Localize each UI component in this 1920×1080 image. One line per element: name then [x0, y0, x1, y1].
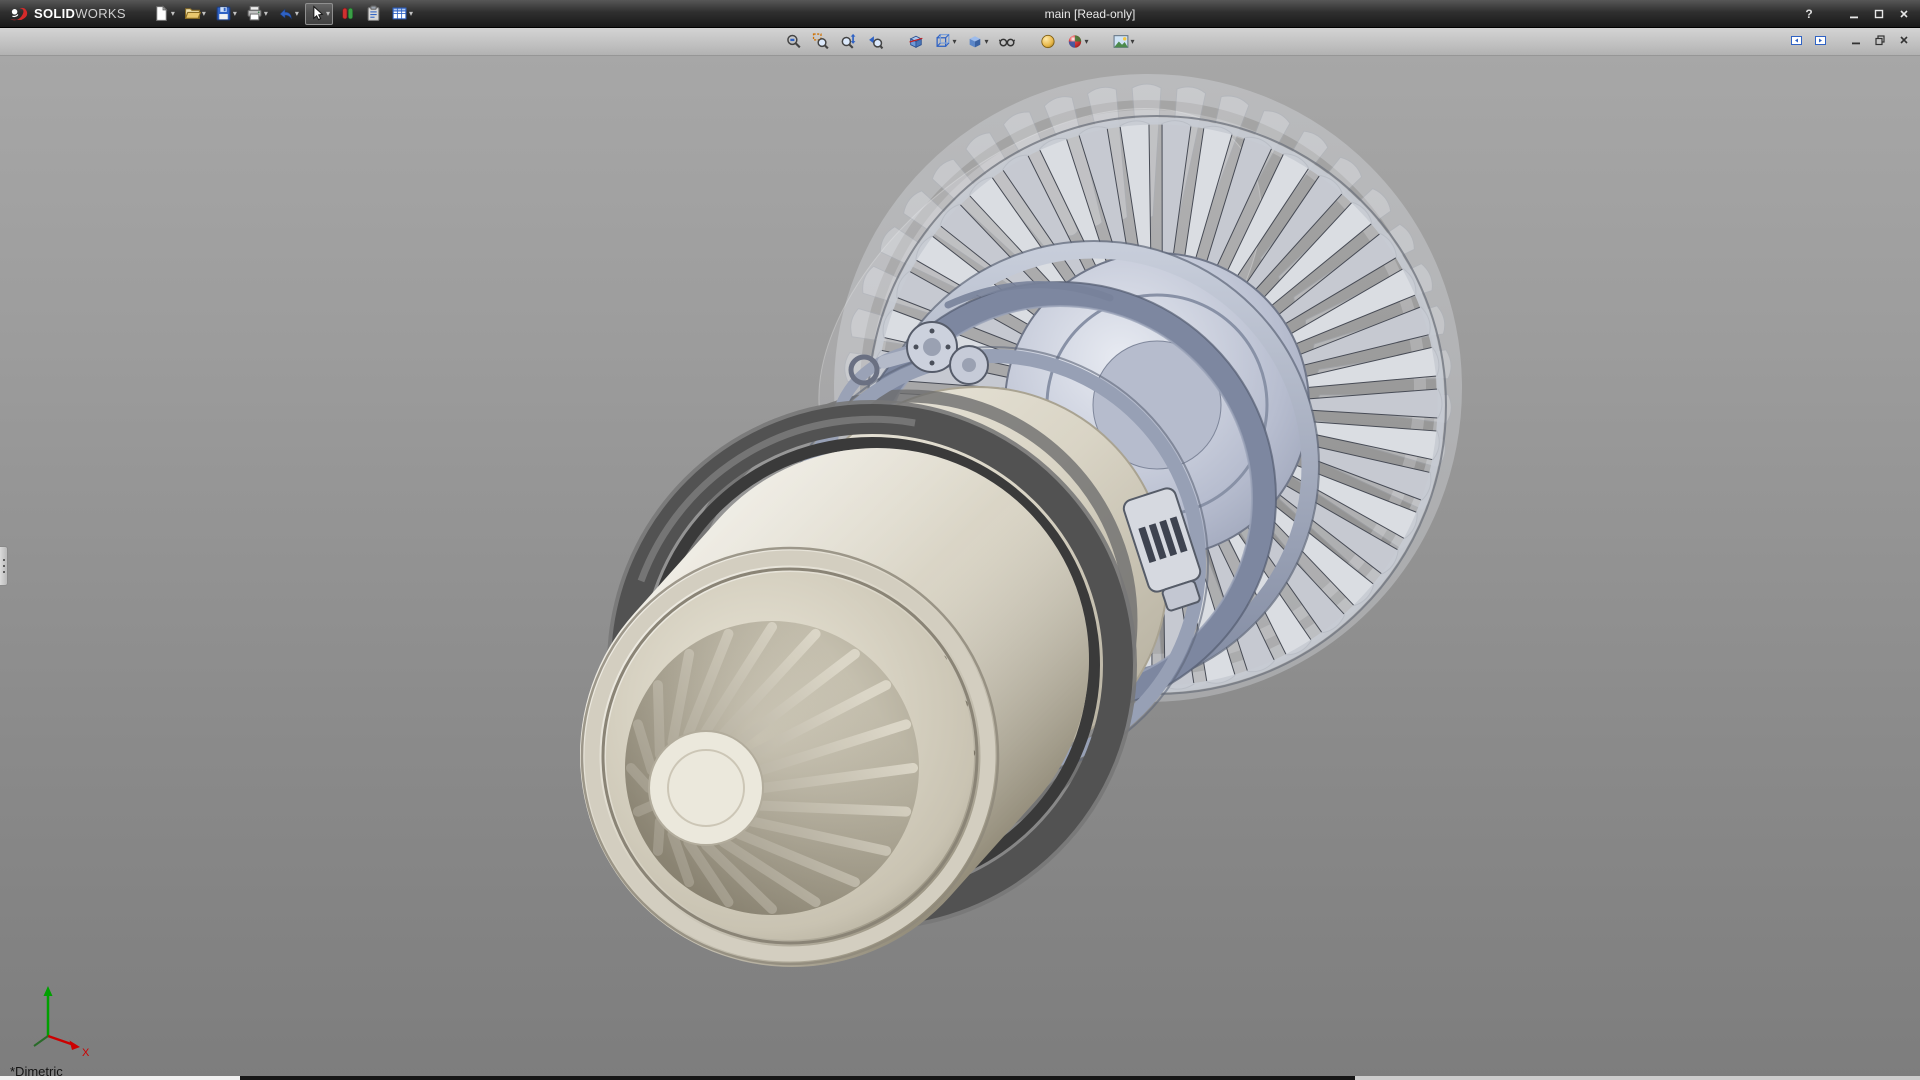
dropdown-arrow-icon[interactable]: ▾	[295, 10, 299, 18]
undo-button[interactable]: ▾	[274, 3, 302, 25]
close-icon	[1898, 34, 1910, 46]
brand-solid: SOLID	[34, 6, 75, 21]
graphics-viewport[interactable]	[0, 0, 1920, 1080]
select-button[interactable]: ▾	[305, 3, 333, 25]
section-view-icon	[907, 33, 924, 50]
screen-bottom-edge	[0, 1076, 1920, 1080]
dropdown-arrow-icon[interactable]: ▾	[1085, 38, 1089, 46]
print-icon	[246, 5, 263, 22]
select-cursor-icon	[308, 5, 325, 22]
undo-icon	[277, 5, 294, 22]
dropdown-arrow-icon[interactable]: ▾	[952, 38, 956, 46]
new-document-icon	[153, 5, 170, 22]
zoom-in-out-icon	[839, 33, 856, 50]
brand-works: WORKS	[75, 6, 126, 21]
previous-view-icon	[866, 33, 883, 50]
zoom-to-fit-icon	[785, 33, 802, 50]
rebuild-button[interactable]	[336, 3, 359, 25]
previous-window-icon	[1790, 34, 1803, 47]
panel-splitter-handle[interactable]	[0, 546, 8, 586]
close-button[interactable]	[1893, 5, 1915, 23]
view-orientation-button[interactable]: ▾	[931, 30, 959, 53]
triad-x-arrow	[70, 1041, 81, 1051]
previous-window-button[interactable]	[1786, 31, 1806, 49]
save-icon	[215, 5, 232, 22]
doc-restore-button[interactable]	[1870, 31, 1890, 49]
appearances-button[interactable]: ▾	[1064, 30, 1092, 53]
cone-end-disc[interactable]	[649, 731, 763, 845]
zoom-to-fit-button[interactable]	[782, 30, 805, 53]
titlebar-window-controls: ?	[1800, 0, 1915, 28]
save-button[interactable]: ▾	[212, 3, 240, 25]
minimize-icon	[1850, 34, 1862, 46]
new-document-button[interactable]: ▾	[150, 3, 178, 25]
titlebar: SOLIDWORKS ▾ ▾ ▾	[0, 0, 1920, 28]
dropdown-arrow-icon[interactable]: ▾	[264, 10, 268, 18]
brand-text: SOLIDWORKS	[34, 5, 126, 23]
doc-close-button[interactable]	[1894, 31, 1914, 49]
maximize-button[interactable]	[1868, 5, 1890, 23]
zoom-in-out-button[interactable]	[836, 30, 859, 53]
doc-minimize-button[interactable]	[1846, 31, 1866, 49]
triad-y-arrow	[44, 986, 53, 996]
rebuild-icon	[339, 5, 356, 22]
dropdown-arrow-icon[interactable]: ▾	[202, 10, 206, 18]
document-window-controls	[1786, 31, 1914, 49]
dropdown-arrow-icon[interactable]: ▾	[409, 10, 413, 18]
section-view-button[interactable]	[904, 30, 927, 53]
restore-icon	[1874, 34, 1886, 46]
open-folder-icon	[184, 5, 201, 22]
options-button[interactable]: ▾	[388, 3, 416, 25]
triad-x-label: X	[82, 1047, 90, 1058]
triad-z-axis	[34, 1036, 48, 1046]
heads-up-view-toolbar: ▾ ▾	[782, 30, 1137, 53]
hide-show-items-icon	[999, 33, 1016, 50]
realview-button[interactable]	[1037, 30, 1060, 53]
dropdown-arrow-icon[interactable]: ▾	[326, 10, 330, 18]
zoom-area-button[interactable]	[809, 30, 832, 53]
scene-button[interactable]: ▾	[1110, 30, 1138, 53]
view-orientation-icon	[934, 33, 951, 50]
next-window-icon	[1814, 34, 1827, 47]
jet-engine-assembly[interactable]	[582, 30, 1452, 964]
display-style-icon	[966, 33, 983, 50]
minimize-button[interactable]	[1843, 5, 1865, 23]
hide-show-items-button[interactable]	[996, 30, 1019, 53]
options-grid-icon	[391, 5, 408, 22]
dassault-systemes-mark-icon	[8, 6, 30, 22]
open-button[interactable]: ▾	[181, 3, 209, 25]
realview-sphere-icon	[1040, 33, 1057, 50]
maximize-icon	[1873, 8, 1885, 20]
minimize-icon	[1848, 8, 1860, 20]
clipboard-icon	[365, 5, 382, 22]
reference-triad[interactable]: X	[16, 974, 100, 1058]
solidworks-logo: SOLIDWORKS	[0, 5, 136, 23]
appearances-sphere-icon	[1067, 33, 1084, 50]
zoom-area-icon	[812, 33, 829, 50]
triad-x-axis	[48, 1036, 74, 1045]
print-button[interactable]: ▾	[243, 3, 271, 25]
scene-icon	[1113, 33, 1130, 50]
display-style-button[interactable]: ▾	[963, 30, 991, 53]
help-button[interactable]: ?	[1800, 7, 1818, 21]
clipboard-button[interactable]	[362, 3, 385, 25]
splitter-grip-dots	[3, 565, 5, 567]
next-window-button[interactable]	[1810, 31, 1830, 49]
dropdown-arrow-icon[interactable]: ▾	[233, 10, 237, 18]
main-toolbar: ▾ ▾ ▾ ▾	[150, 3, 416, 25]
window-title: main [Read-only]	[480, 7, 1700, 21]
close-icon	[1898, 8, 1910, 20]
menubar-strip: ▾ ▾	[0, 28, 1920, 56]
previous-view-button[interactable]	[863, 30, 886, 53]
dropdown-arrow-icon[interactable]: ▾	[171, 10, 175, 18]
dropdown-arrow-icon[interactable]: ▾	[984, 38, 988, 46]
dropdown-arrow-icon[interactable]: ▾	[1131, 38, 1135, 46]
